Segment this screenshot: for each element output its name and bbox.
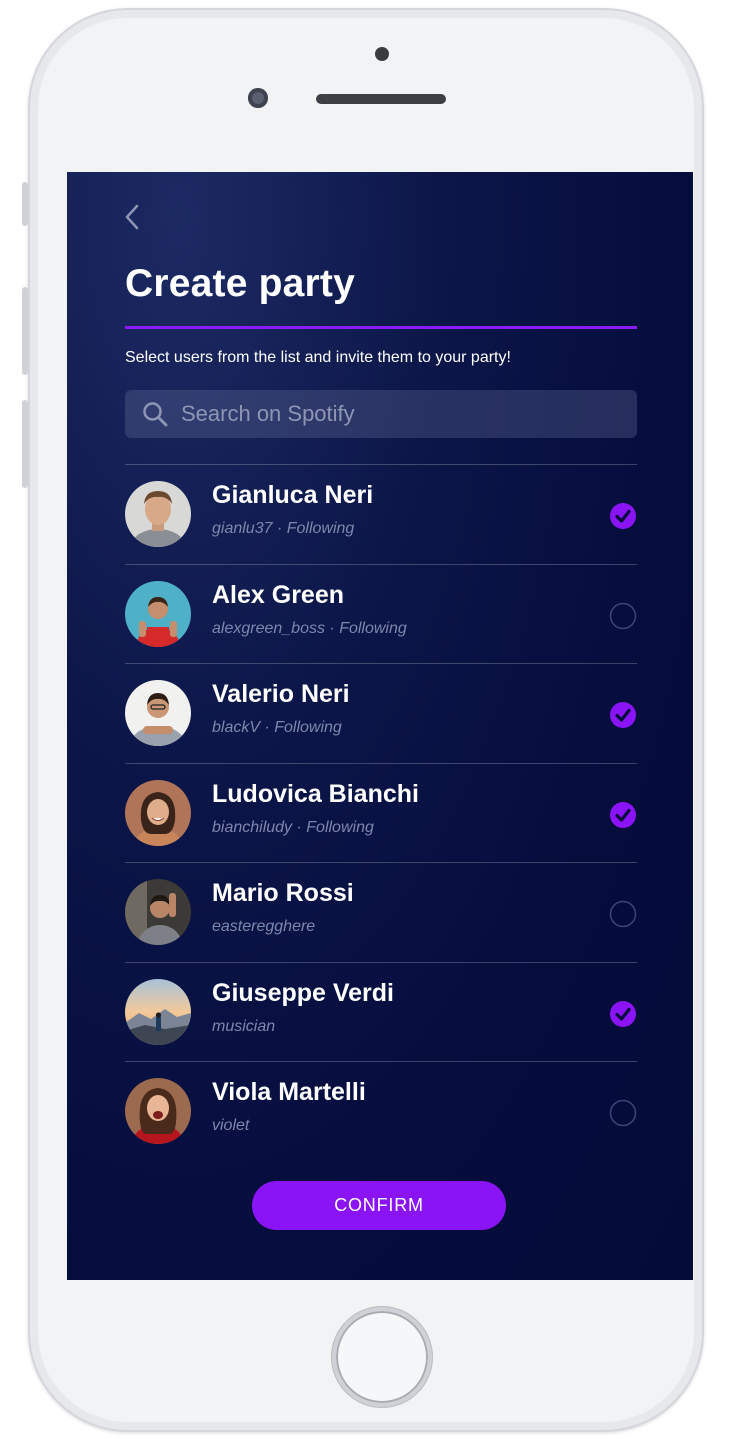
search-bar[interactable] xyxy=(125,389,637,439)
home-button[interactable] xyxy=(332,1307,432,1407)
user-name: Alex Green xyxy=(212,580,345,609)
check-circle-icon[interactable] xyxy=(609,701,637,729)
app-screen: Create party Select users from the list … xyxy=(67,172,693,1280)
empty-circle-icon[interactable] xyxy=(609,1099,637,1127)
user-name: Giuseppe Verdi xyxy=(212,978,395,1007)
page-title: Create party xyxy=(125,262,356,305)
avatar xyxy=(125,978,191,1045)
user-handle: violet xyxy=(212,1117,250,1134)
mute-switch xyxy=(22,182,28,226)
front-camera xyxy=(248,88,268,108)
user-row[interactable]: Giuseppe Verdi musician xyxy=(125,961,637,1062)
search-icon xyxy=(141,400,169,428)
user-name: Mario Rossi xyxy=(212,879,354,907)
user-row[interactable]: Mario Rossi easteregghere xyxy=(125,862,637,962)
user-name: Valerio Neri xyxy=(212,680,350,708)
avatar xyxy=(125,779,191,846)
user-handle: easteregghere xyxy=(212,918,316,935)
volume-up-button xyxy=(22,287,28,375)
title-underline xyxy=(125,326,637,329)
user-name: Gianluca Neri xyxy=(212,481,374,509)
search-input[interactable] xyxy=(169,389,637,439)
check-circle-icon[interactable] xyxy=(609,1000,637,1028)
volume-down-button xyxy=(22,400,28,488)
page-subtitle: Select users from the list and invite th… xyxy=(125,349,511,366)
avatar xyxy=(125,879,191,945)
user-name: Ludovica Bianchi xyxy=(212,779,419,808)
empty-circle-icon[interactable] xyxy=(609,900,637,928)
earpiece-speaker xyxy=(316,94,446,104)
user-handle: blackV · Following xyxy=(212,719,342,736)
user-row[interactable]: Valerio Neri blackV · Following xyxy=(125,663,637,763)
empty-circle-icon[interactable] xyxy=(609,602,637,630)
sensor-dot xyxy=(375,47,389,61)
user-handle: musician xyxy=(212,1017,276,1035)
check-circle-icon[interactable] xyxy=(609,801,637,829)
check-circle-icon[interactable] xyxy=(609,502,637,530)
avatar xyxy=(125,680,191,746)
user-handle: alexgreen_boss · Following xyxy=(212,619,407,637)
user-handle: gianlu37 · Following xyxy=(212,520,355,537)
chevron-left-icon[interactable] xyxy=(119,202,145,232)
avatar xyxy=(125,481,191,547)
confirm-button[interactable]: CONFIRM xyxy=(252,1181,506,1230)
avatar xyxy=(125,580,191,647)
user-list: Gianluca Neri gianlu37 · Following Alex … xyxy=(125,464,637,1161)
user-row[interactable]: Ludovica Bianchi bianchiludy · Following xyxy=(125,762,637,863)
avatar xyxy=(125,1078,191,1144)
user-row[interactable]: Alex Green alexgreen_boss · Following xyxy=(125,563,637,664)
user-handle: bianchiludy · Following xyxy=(212,818,374,836)
user-row[interactable]: Viola Martelli violet xyxy=(125,1061,637,1161)
user-row[interactable]: Gianluca Neri gianlu37 · Following xyxy=(125,464,637,564)
user-name: Viola Martelli xyxy=(212,1078,366,1106)
